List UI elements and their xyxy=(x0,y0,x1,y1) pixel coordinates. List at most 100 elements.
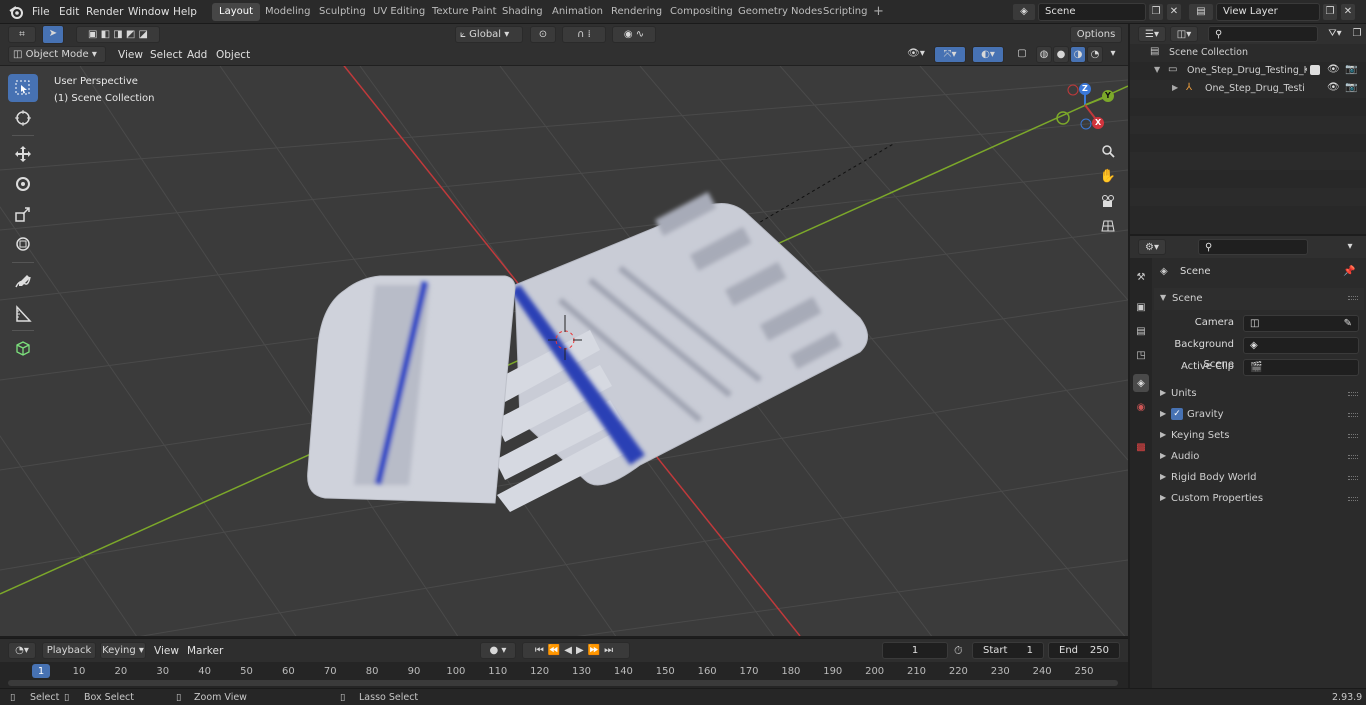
new-view-layer-icon[interactable]: ❐ xyxy=(1322,3,1338,21)
panel-custom-properties[interactable]: ▶ Custom Properties xyxy=(1154,489,1364,509)
output-tab-icon[interactable]: ▤ xyxy=(1133,322,1149,340)
zoom-icon[interactable] xyxy=(1097,140,1119,162)
end-frame-field[interactable]: End 250 xyxy=(1048,642,1120,659)
menu-view[interactable]: View xyxy=(118,47,143,63)
menu-window[interactable]: Window xyxy=(128,4,169,20)
selection-mode-icons[interactable]: ▣ ◧ ◨ ◩ ◪ xyxy=(76,26,160,43)
outliner-editor-type-icon[interactable]: ☰▾ xyxy=(1138,26,1166,42)
tab-geometry-nodes[interactable]: Geometry Nodes xyxy=(731,3,829,21)
gizmo-y-label[interactable]: Y xyxy=(1105,91,1111,100)
timeline-editor-type-icon[interactable]: ◔▾ xyxy=(8,642,36,659)
transform-tool-icon[interactable] xyxy=(8,230,38,258)
scale-tool-icon[interactable] xyxy=(8,200,38,228)
outliner-row-root[interactable]: ▤ Scene Collection xyxy=(1130,44,1366,62)
3d-viewport[interactable]: Z Y X User Perspective (1) Scene Collect… xyxy=(0,66,1128,636)
pin-icon[interactable]: 📌 xyxy=(1343,262,1355,282)
pivot-point-icon[interactable]: ⊙ xyxy=(530,26,556,43)
tab-texture-paint[interactable]: Texture Paint xyxy=(425,3,504,21)
playback-controls-icons[interactable]: ⏮⏪◀▶⏩⏭ xyxy=(522,642,630,659)
drag-grip-icon[interactable] xyxy=(1348,497,1358,501)
overlay-toggle-icon[interactable]: ◐▾ xyxy=(972,46,1004,63)
drag-grip-icon[interactable] xyxy=(1348,392,1358,396)
scene-selector-icon[interactable]: ◈ xyxy=(1012,3,1036,21)
tab-compositing[interactable]: Compositing xyxy=(663,3,740,21)
active-clip-field[interactable]: 🎬 xyxy=(1243,359,1359,376)
tab-shading[interactable]: Shading xyxy=(495,3,550,21)
drag-grip-icon[interactable] xyxy=(1348,476,1358,480)
menu-object[interactable]: Object xyxy=(216,47,250,63)
xray-icon[interactable]: ▢ xyxy=(1014,46,1030,63)
menu-render[interactable]: Render xyxy=(86,4,123,20)
tab-sculpting[interactable]: Sculpting xyxy=(312,3,373,21)
stopwatch-icon[interactable]: ⏱ xyxy=(954,644,968,658)
shading-options-icon[interactable]: ▾ xyxy=(1106,46,1120,63)
filter-icon[interactable]: ⛛▾ xyxy=(1322,26,1348,42)
perspective-toggle-icon[interactable] xyxy=(1097,215,1119,237)
timeline-ruler[interactable]: 1 10 20 30 40 50 60 70 80 90 100 110 120 130 140 150 160… xyxy=(0,662,1128,688)
view-layer-tab-icon[interactable]: ◳ xyxy=(1133,346,1149,364)
panel-units[interactable]: ▶ Units xyxy=(1154,384,1364,404)
properties-editor-type-icon[interactable]: ⚙▾ xyxy=(1138,239,1166,255)
gizmo-toggle-icon[interactable]: ⤧▾ xyxy=(934,46,966,63)
rotate-tool-icon[interactable] xyxy=(8,170,38,198)
visibility-eye-icon[interactable]: 👁 xyxy=(1327,64,1340,75)
delete-scene-icon[interactable]: ✕ xyxy=(1166,3,1182,21)
proportional-edit-icon[interactable]: ◉ ∿ xyxy=(612,26,656,43)
outliner-search-input[interactable]: ⚲ xyxy=(1208,26,1318,42)
drag-grip-icon[interactable] xyxy=(1348,434,1358,438)
timeline-menu-marker[interactable]: Marker xyxy=(187,643,223,659)
drag-grip-icon[interactable] xyxy=(1348,413,1358,417)
mode-dropdown[interactable]: ◫ Object Mode ▾ xyxy=(8,46,106,63)
menu-add[interactable]: Add xyxy=(187,47,207,63)
menu-edit[interactable]: Edit xyxy=(59,4,79,20)
object-visibility-eye-icon[interactable]: 👁 xyxy=(1327,82,1340,93)
gizmo-x-label[interactable]: X xyxy=(1095,118,1101,127)
properties-search-input[interactable]: ⚲ xyxy=(1198,239,1308,255)
material-shading-icon[interactable]: ◑ xyxy=(1070,46,1086,63)
new-collection-icon[interactable]: ❐ xyxy=(1350,26,1364,42)
scene-tab-icon[interactable]: ◈ xyxy=(1133,374,1149,392)
expand-object-icon[interactable]: ▶ xyxy=(1172,83,1178,92)
scene-name-field[interactable]: Scene xyxy=(1038,3,1146,21)
background-scene-field[interactable]: ◈ xyxy=(1243,337,1359,354)
options-dropdown[interactable]: Options xyxy=(1070,26,1122,43)
outliner-row-object[interactable]: ▶ ⅄ One_Step_Drug_Testing_ 👁 📷 xyxy=(1130,80,1366,98)
add-cube-tool-icon[interactable] xyxy=(8,334,38,362)
tab-layout[interactable]: Layout xyxy=(212,3,260,21)
object-render-camera-icon[interactable]: 📷 xyxy=(1345,82,1357,93)
cursor-tool-icon[interactable] xyxy=(8,104,38,132)
select-box-tool-icon[interactable] xyxy=(8,74,38,102)
solid-shading-icon[interactable]: ● xyxy=(1053,46,1069,63)
transform-orientation-dropdown[interactable]: ⟀ Global ▾ xyxy=(455,26,523,43)
select-tool-icon[interactable]: ➤ xyxy=(42,25,64,44)
panel-audio[interactable]: ▶ Audio xyxy=(1154,447,1364,467)
tab-uv-editing[interactable]: UV Editing xyxy=(366,3,432,21)
start-frame-field[interactable]: Start 1 xyxy=(972,642,1044,659)
gizmo-z-label[interactable]: Z xyxy=(1082,84,1088,93)
timeline-menu-view[interactable]: View xyxy=(154,643,179,659)
move-tool-icon[interactable] xyxy=(8,140,38,168)
new-scene-icon[interactable]: ❐ xyxy=(1148,3,1164,21)
add-workspace-icon[interactable]: + xyxy=(866,3,891,21)
menu-keying[interactable]: Keying ▾ xyxy=(100,642,146,659)
measure-tool-icon[interactable] xyxy=(8,300,38,328)
rendered-shading-icon[interactable]: ◔ xyxy=(1087,46,1103,63)
wireframe-shading-icon[interactable]: ◍ xyxy=(1036,46,1052,63)
blender-logo-icon[interactable] xyxy=(8,4,24,20)
editor-type-icon[interactable]: ⌗ xyxy=(8,26,36,43)
eyedropper-icon[interactable]: ✎ xyxy=(1344,316,1352,332)
texture-tab-icon[interactable]: ▩ xyxy=(1133,438,1149,456)
drag-grip-icon[interactable] xyxy=(1348,296,1358,300)
display-mode-icon[interactable]: ◫▾ xyxy=(1170,26,1198,42)
panel-keying-sets[interactable]: ▶ Keying Sets xyxy=(1154,426,1364,446)
expand-collection-icon[interactable]: ▼ xyxy=(1154,65,1160,74)
annotate-tool-icon[interactable] xyxy=(8,268,38,296)
outliner-row-collection[interactable]: ▼ ▭ One_Step_Drug_Testing_Kit_C 👁 📷 xyxy=(1130,62,1366,80)
camera-view-icon[interactable] xyxy=(1097,190,1119,212)
visibility-icon[interactable]: 👁▾ xyxy=(902,46,930,63)
tab-modeling[interactable]: Modeling xyxy=(258,3,318,21)
tab-animation[interactable]: Animation xyxy=(545,3,610,21)
pan-hand-icon[interactable]: ✋ xyxy=(1097,165,1119,187)
menu-select[interactable]: Select xyxy=(150,47,182,63)
timeline-scrollbar[interactable] xyxy=(8,680,1118,686)
